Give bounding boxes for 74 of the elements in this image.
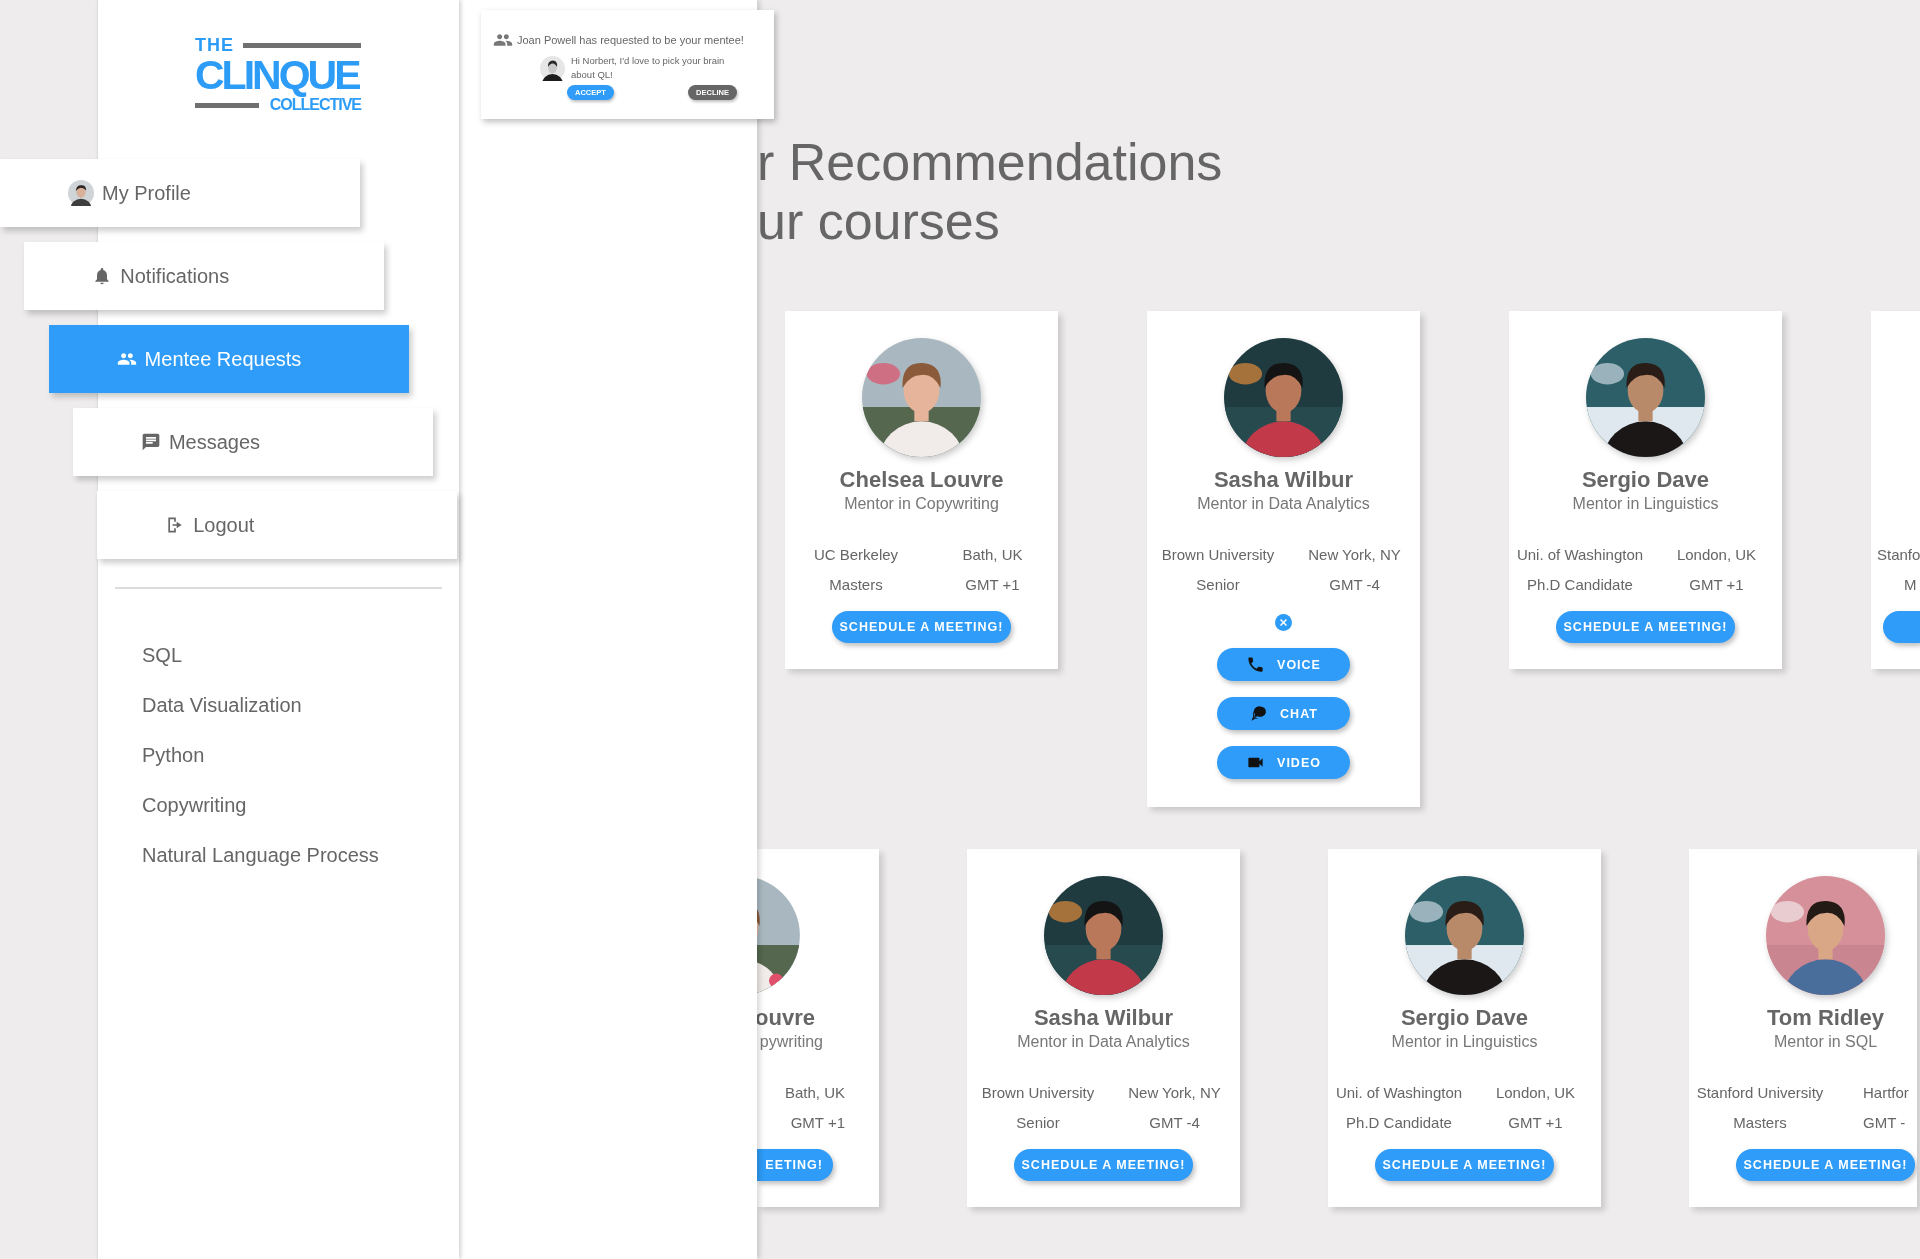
location-text: Bath, UK <box>961 545 1024 565</box>
mentor-name: Sergio Dave <box>1581 467 1710 493</box>
mentor-name: Sasha Wilbur <box>1213 467 1354 493</box>
course-link[interactable]: Natural Language Process <box>142 830 379 880</box>
level-text: Senior <box>1015 1113 1061 1133</box>
timezone-text: GMT +1 <box>790 1113 845 1133</box>
school-text: Brown University <box>980 1083 1096 1103</box>
logo-text: THE <box>195 35 234 55</box>
level-text: Masters <box>828 575 884 595</box>
mentor-name: Tom Ridley <box>1767 1005 1884 1031</box>
page-heading: ur courses <box>757 192 1001 251</box>
schedule-button[interactable]: EETING! <box>757 1149 833 1181</box>
course-link[interactable]: Data Visualization <box>142 680 302 730</box>
timezone-text: GMT +1 <box>964 575 1021 595</box>
chat-icon <box>1249 704 1269 723</box>
course-link[interactable]: SQL <box>142 630 183 680</box>
schedule-button[interactable]: SCHEDULE A MEETING! <box>1375 1149 1554 1181</box>
schedule-button[interactable] <box>1883 611 1920 643</box>
level-text: M <box>1904 575 1917 595</box>
phone-icon <box>1246 655 1266 674</box>
contact-button[interactable]: CHAT <box>1217 697 1350 730</box>
timezone-text: GMT -4 <box>1148 1113 1201 1133</box>
mentor-role: Mentor in Data Analytics <box>1197 494 1370 514</box>
schedule-button[interactable]: SCHEDULE A MEETING! <box>1736 1149 1915 1181</box>
mentor-role: Mentor in Linguistics <box>1391 1032 1538 1052</box>
location-text: Bath, UK <box>784 1083 845 1103</box>
mentor-name: Sergio Dave <box>1400 1005 1529 1031</box>
logo-text: COLLECTIVE <box>269 96 361 115</box>
mentor-role: pywriting <box>759 1032 824 1052</box>
close-icon <box>1275 614 1292 631</box>
level-text: Masters <box>1732 1113 1788 1133</box>
school-text: Stanfo <box>1877 545 1920 565</box>
schedule-button[interactable]: SCHEDULE A MEETING! <box>832 611 1011 643</box>
menu-item[interactable]: My Profile <box>0 159 360 227</box>
mentor-role: Mentor in Copywriting <box>844 494 999 514</box>
close-button[interactable] <box>1275 614 1292 631</box>
schedule-button[interactable]: SCHEDULE A MEETING! <box>1014 1149 1193 1181</box>
contact-button[interactable]: VIDEO <box>1217 746 1350 779</box>
school-text: Uni. of Washington <box>1515 545 1645 565</box>
menu-item[interactable]: Notifications <box>24 242 385 310</box>
menu-item[interactable]: Messages <box>72 408 433 476</box>
location-text: London, UK <box>1494 1083 1577 1103</box>
level-text: Senior <box>1195 575 1241 595</box>
menu-item[interactable]: Logout <box>97 491 458 559</box>
school-text: Stanford University <box>1695 1083 1825 1103</box>
level-text: Ph.D Candidate <box>1526 575 1634 595</box>
course-link[interactable]: Python <box>142 730 205 780</box>
location-text: Hartfor <box>1862 1083 1910 1103</box>
school-text: UC Berkeley <box>812 545 900 565</box>
level-text: Ph.D Candidate <box>1345 1113 1453 1133</box>
location-text: London, UK <box>1675 545 1758 565</box>
notification-text: Joan Powell has requested to be your mentee! <box>517 34 744 46</box>
mentor-role: Mentor in SQL <box>1773 1032 1878 1052</box>
school-text: Brown University <box>1160 545 1276 565</box>
school-text: Uni. of Washington <box>1334 1083 1464 1103</box>
page-heading: r Recommendations <box>757 133 1224 192</box>
timezone-text: GMT -4 <box>1328 575 1381 595</box>
course-link[interactable]: Copywriting <box>142 780 247 830</box>
timezone-text: GMT - <box>1862 1113 1907 1133</box>
mentor-name: Sasha Wilbur <box>1033 1005 1174 1031</box>
location-text: New York, NY <box>1127 1083 1222 1103</box>
mentor-name: Chelsea Louvre <box>839 467 1004 493</box>
mentor-role: Mentor in Data Analytics <box>1017 1032 1190 1052</box>
logo-bar <box>195 102 259 108</box>
mentor-role: Mentor in Linguistics <box>1572 494 1719 514</box>
location-text: New York, NY <box>1307 545 1402 565</box>
timezone-text: GMT +1 <box>1507 1113 1564 1133</box>
logo-text: CLINQUE <box>195 55 360 95</box>
contact-button[interactable]: VOICE <box>1217 648 1350 681</box>
message-text: Hi Norbert, I'd love to pick your brain about QL! <box>571 54 726 82</box>
schedule-button[interactable]: SCHEDULE A MEETING! <box>1556 611 1735 643</box>
timezone-text: GMT +1 <box>1688 575 1745 595</box>
message-icon <box>140 432 161 452</box>
menu-item[interactable]: Mentee Requests <box>48 325 409 393</box>
